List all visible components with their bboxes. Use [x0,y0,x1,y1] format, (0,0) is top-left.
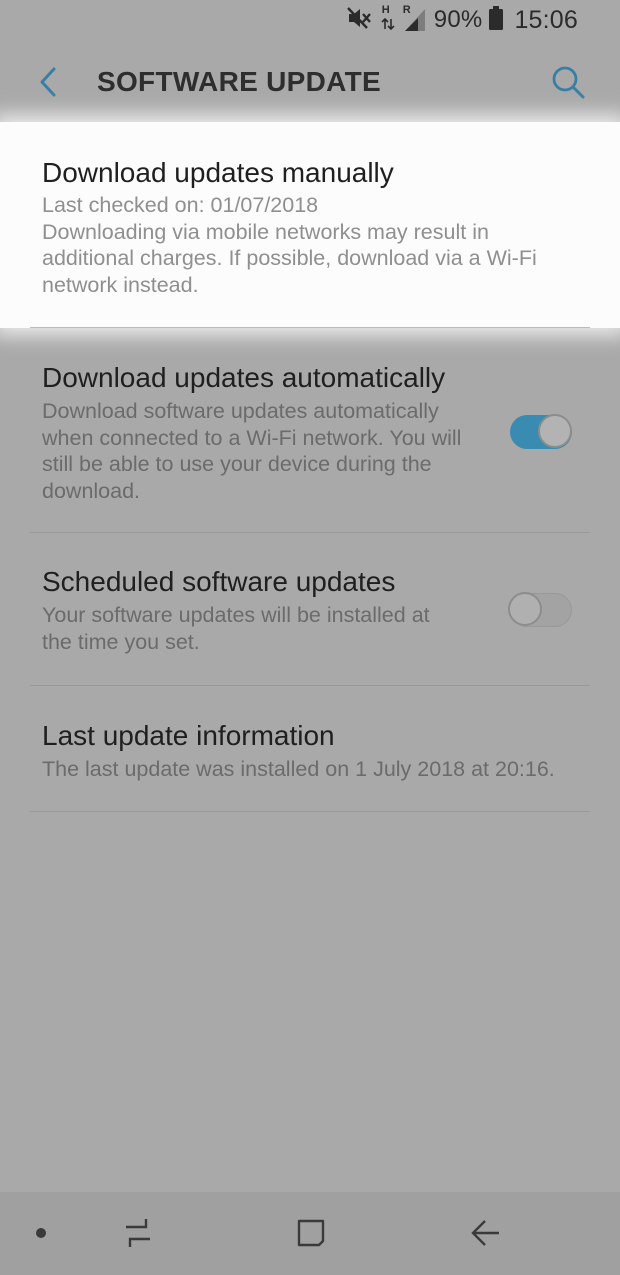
back-icon [471,1220,499,1246]
setting-download-manually[interactable]: Download updates manually Last checked o… [0,122,620,328]
home-button[interactable] [286,1210,336,1256]
back-button[interactable] [30,62,66,102]
setting-last-update-info[interactable]: Last update information The last update … [0,686,620,812]
auto-download-toggle[interactable] [508,414,574,450]
page-title: SOFTWARE UPDATE [97,66,381,97]
setting-description: Download software updates automatically … [42,399,462,503]
recent-apps-icon [126,1219,150,1247]
status-bar: H R 90% 15:06 [0,0,620,40]
home-icon [297,1219,325,1247]
data-arrows-icon: H [380,4,396,33]
status-icons: H R 90% 15:06 [346,4,578,35]
battery-icon [489,5,504,35]
clock: 15:06 [514,5,578,34]
recent-apps-button[interactable] [113,1210,163,1256]
settings-list: Download updates manually Last checked o… [0,122,620,812]
setting-download-automatically[interactable]: Download updates automatically Download … [0,328,620,533]
system-back-button[interactable] [460,1210,510,1256]
setting-scheduled-updates[interactable]: Scheduled software updates Your software… [0,533,620,686]
toggle-knob [538,414,572,448]
setting-description: Your software updates will be installed … [42,603,430,654]
search-button[interactable] [548,62,588,102]
mute-icon [346,6,373,35]
battery-percent: 90% [433,6,483,33]
dot-button[interactable] [16,1210,66,1256]
signal-icon: R [403,4,427,33]
setting-description: Downloading via mobile networks may resu… [42,219,537,297]
app-bar: SOFTWARE UPDATE [0,40,620,122]
setting-title: Download updates manually [42,157,394,188]
setting-title: Last update information [42,720,335,751]
setting-description: The last update was installed on 1 July … [42,757,555,781]
toggle-knob [508,592,542,626]
scheduled-updates-toggle[interactable] [508,592,574,628]
navigation-bar [0,1192,620,1275]
setting-title: Download updates automatically [42,362,446,393]
back-arrow-icon [40,67,56,97]
search-icon [552,66,585,99]
divider [30,811,590,812]
last-checked-text: Last checked on: 01/07/2018 [42,193,319,217]
setting-title: Scheduled software updates [42,566,396,597]
dot-icon [36,1228,46,1238]
